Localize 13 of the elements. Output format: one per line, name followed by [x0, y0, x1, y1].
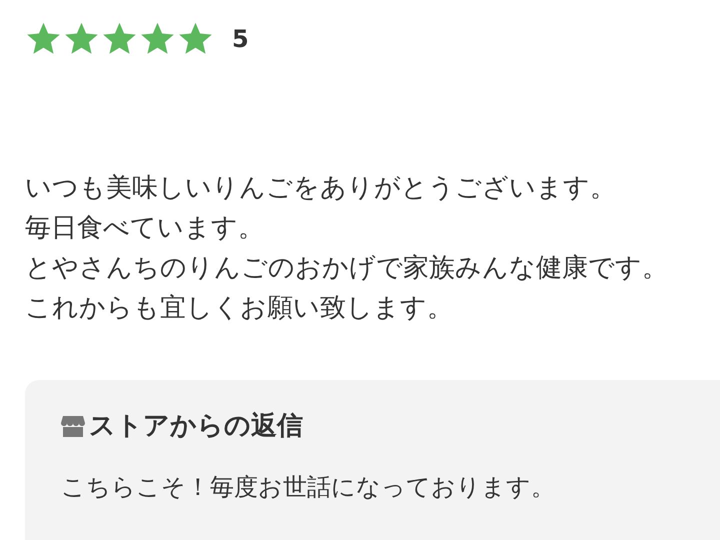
star-icon [25, 22, 62, 56]
reply-text: こちらこそ！毎度お世話になっております。 [61, 472, 556, 503]
reply-title: ストアからの返信 [89, 410, 303, 443]
review-text-line: いつも美味しいりんごをありがとうございます。 [25, 172, 617, 205]
review-text-line: これからも宜しくお願い致します。 [25, 292, 454, 325]
storefront-icon [61, 414, 85, 436]
review-text-line: 毎日食べています。 [25, 212, 265, 245]
rating-score: 5 [232, 25, 249, 53]
review-text-line: とやさんちのりんごのおかげで家族みんな健康です。 [25, 252, 669, 285]
star-icon [177, 22, 214, 56]
star-icon [101, 22, 138, 56]
star-icon [63, 22, 100, 56]
star-icon [139, 22, 176, 56]
